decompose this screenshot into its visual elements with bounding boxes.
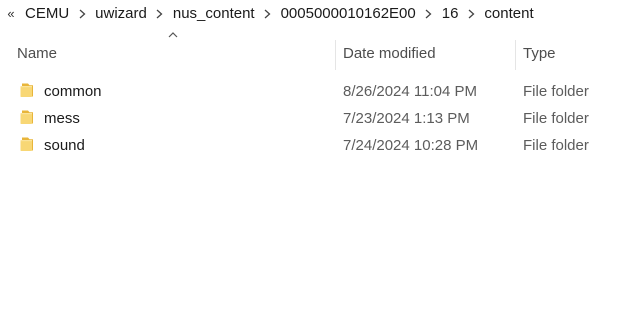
column-header-name[interactable]: Name	[17, 36, 57, 72]
file-date-modified: 8/26/2024 11:04 PM	[343, 83, 477, 100]
file-name: common	[44, 83, 102, 100]
file-type: File folder	[523, 110, 589, 127]
sort-ascending-icon	[168, 32, 178, 38]
column-divider[interactable]	[515, 40, 516, 70]
file-row[interactable]: sound 7/24/2024 10:28 PM File folder	[0, 132, 635, 159]
folder-icon	[20, 137, 33, 151]
breadcrumb-item-content[interactable]: content	[482, 0, 535, 28]
file-list: common 8/26/2024 11:04 PM File folder me…	[0, 78, 635, 159]
file-explorer-window: « CEMU uwizard nus_content 0005000010162…	[0, 0, 635, 321]
breadcrumb-item-title-id[interactable]: 0005000010162E00	[279, 0, 418, 28]
file-date-modified: 7/24/2024 10:28 PM	[343, 137, 479, 154]
column-header-row: Name Date modified Type	[0, 32, 635, 72]
column-divider[interactable]	[335, 40, 336, 70]
chevron-right-icon[interactable]	[257, 0, 279, 28]
file-row[interactable]: common 8/26/2024 11:04 PM File folder	[0, 78, 635, 105]
chevron-right-icon[interactable]	[418, 0, 440, 28]
chevron-right-icon[interactable]	[149, 0, 171, 28]
breadcrumb-overflow-button[interactable]: «	[3, 0, 19, 28]
breadcrumb: « CEMU uwizard nus_content 0005000010162…	[0, 0, 635, 28]
column-header-date-modified[interactable]: Date modified	[343, 36, 436, 72]
breadcrumb-item-16[interactable]: 16	[440, 0, 461, 28]
chevron-right-icon[interactable]	[71, 0, 93, 28]
breadcrumb-item-cemu[interactable]: CEMU	[23, 0, 71, 28]
folder-icon	[20, 110, 33, 124]
breadcrumb-item-nus-content[interactable]: nus_content	[171, 0, 257, 28]
file-name: mess	[44, 110, 80, 127]
file-date-modified: 7/23/2024 1:13 PM	[343, 110, 470, 127]
file-type: File folder	[523, 137, 589, 154]
file-type: File folder	[523, 83, 589, 100]
file-row[interactable]: mess 7/23/2024 1:13 PM File folder	[0, 105, 635, 132]
chevron-right-icon[interactable]	[460, 0, 482, 28]
file-name: sound	[44, 137, 85, 154]
column-header-type[interactable]: Type	[523, 36, 556, 72]
breadcrumb-item-uwizard[interactable]: uwizard	[93, 0, 149, 28]
folder-icon	[20, 83, 33, 97]
